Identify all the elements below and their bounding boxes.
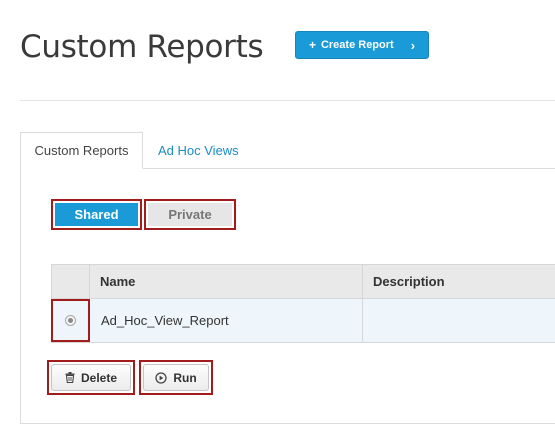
table-header: Name Description [51,264,555,299]
create-report-label: Create Report [320,39,394,51]
tab-ad-hoc-views[interactable]: Ad Hoc Views [158,132,239,169]
play-circle-icon [155,371,167,384]
private-toggle[interactable]: Private [144,199,236,230]
row-select-cell[interactable] [51,299,90,342]
tab-custom-reports[interactable]: Custom Reports [20,132,143,169]
shared-toggle-label: Shared [55,203,138,226]
run-button[interactable]: Run [143,364,209,391]
chevron-right-icon: › [410,37,416,53]
delete-button-label: Delete [80,370,118,385]
table-row[interactable]: Ad_Hoc_View_Report [51,299,555,343]
trash-icon [65,372,75,383]
header-divider [20,100,555,101]
row-radio-button[interactable] [65,315,76,326]
plus-icon: + [308,38,316,52]
run-button-label: Run [173,370,197,385]
column-header-name[interactable]: Name [90,265,363,298]
row-description-cell [363,299,555,342]
create-report-button[interactable]: + Create Report › [295,31,429,59]
shared-toggle[interactable]: Shared [51,199,142,230]
delete-button-frame[interactable]: Delete [47,360,135,395]
column-header-select [51,265,90,298]
page-title: Custom Reports [20,29,264,65]
delete-button[interactable]: Delete [51,364,131,391]
column-header-description[interactable]: Description [363,265,555,298]
row-name-cell: Ad_Hoc_View_Report [90,299,363,342]
run-button-frame[interactable]: Run [139,360,213,395]
private-toggle-label: Private [148,203,232,226]
